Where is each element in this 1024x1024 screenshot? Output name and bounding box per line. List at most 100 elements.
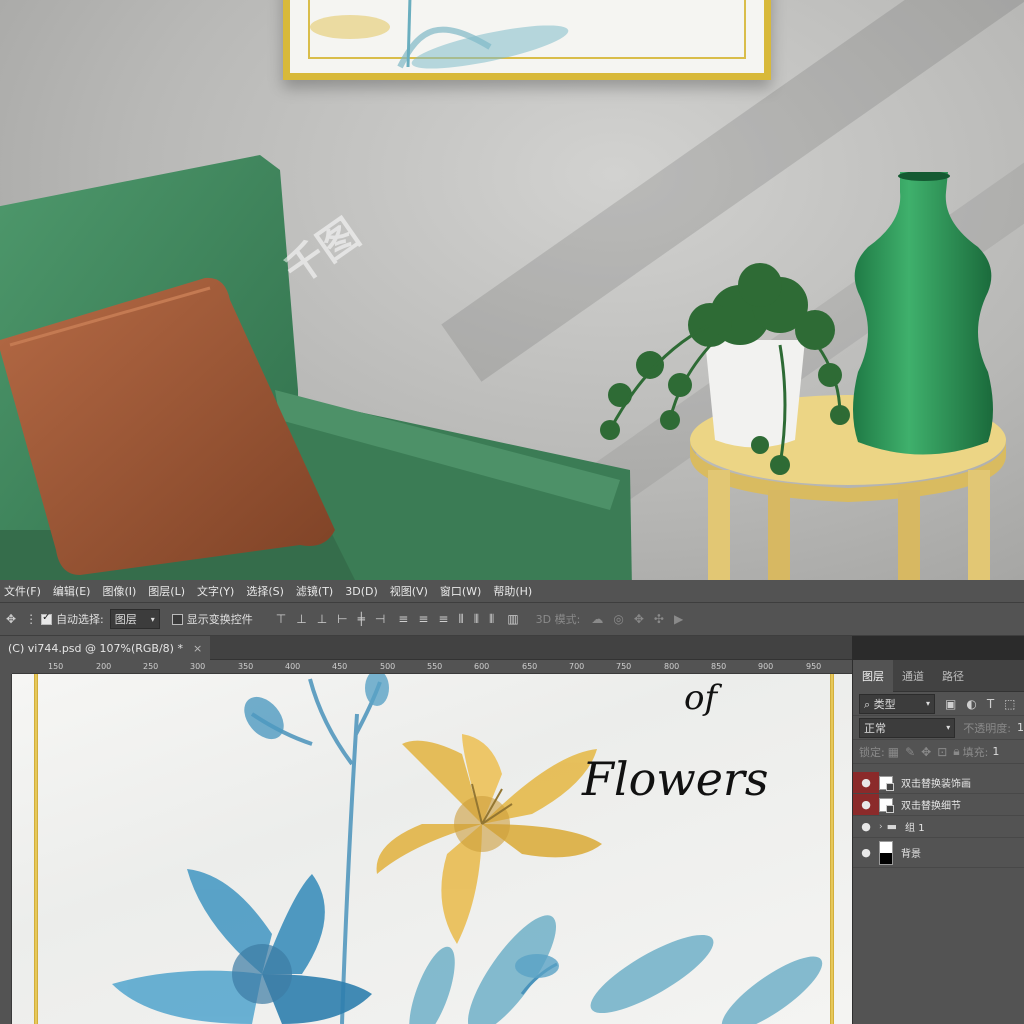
distribute-hcenter-icon[interactable]: ⦀	[474, 612, 479, 627]
3d-pan-icon[interactable]: ✥	[634, 612, 644, 626]
lock-artboard-icon[interactable]: ⊡	[937, 745, 947, 759]
3d-camera-icon[interactable]: ▶	[674, 612, 683, 626]
menu-file[interactable]: 文件(F)	[0, 583, 49, 599]
distribute-vcenter-icon[interactable]: ≡	[418, 612, 428, 626]
menu-3d[interactable]: 3D(D)	[341, 585, 386, 598]
blend-mode-value: 正常	[864, 721, 886, 735]
eye-icon[interactable]: ●	[853, 842, 879, 864]
chevron-right-icon[interactable]: ›	[879, 822, 883, 832]
distribute-left-icon[interactable]: ⦀	[458, 612, 463, 627]
chevron-down-icon: ▾	[925, 699, 930, 708]
filter-type-icon[interactable]: T	[987, 697, 994, 711]
align-top-icon[interactable]: ⊤	[276, 612, 286, 626]
menu-bar: 文件(F) 编辑(E) 图像(I) 图层(L) 文字(Y) 选择(S) 滤镜(T…	[0, 580, 1024, 602]
eye-icon[interactable]: ●	[853, 816, 879, 837]
auto-select-checkbox[interactable]	[41, 612, 53, 625]
align-hcenter-icon[interactable]: ╪	[358, 612, 365, 626]
canvas-text-of[interactable]: of	[684, 678, 717, 718]
layer-filter-row: ⌕ 类型 ▾ ▣ ◐ T ⬚	[853, 692, 1024, 716]
document-tab[interactable]: (C) vi744.psd @ 107%(RGB/8) * ×	[0, 636, 211, 660]
3d-slide-icon[interactable]: ✣	[654, 612, 664, 626]
distribute-right-icon[interactable]: ⦀	[489, 612, 494, 627]
menu-select[interactable]: 选择(S)	[242, 583, 292, 599]
lock-pixels-icon[interactable]: ▦	[888, 745, 899, 759]
search-icon: ⌕	[864, 697, 871, 711]
layer-name: 背景	[901, 849, 921, 860]
menu-view[interactable]: 视图(V)	[386, 583, 436, 599]
menu-help[interactable]: 帮助(H)	[489, 583, 540, 599]
ruler-tick: 500	[380, 662, 396, 671]
document-canvas[interactable]: of Flowers	[12, 674, 852, 1024]
menu-edit[interactable]: 编辑(E)	[49, 583, 99, 599]
lock-position-icon[interactable]: ✥	[921, 745, 931, 759]
folder-icon: ▬	[886, 820, 898, 833]
ruler-tick: 450	[332, 662, 348, 671]
auto-align-icon[interactable]: ▥	[507, 612, 518, 626]
blend-mode-dropdown[interactable]: 正常 ▾	[859, 717, 956, 738]
horizontal-ruler[interactable]: 150 200 250 300 350 400 450 500 550 600 …	[12, 660, 852, 674]
menu-layer[interactable]: 图层(L)	[144, 583, 193, 599]
ruler-tick: 400	[285, 662, 301, 671]
document-tab-title: (C) vi744.psd @ 107%(RGB/8) *	[8, 641, 183, 655]
ruler-tick: 550	[427, 662, 443, 671]
ruler-tick: 950	[806, 662, 822, 671]
3d-orbit-icon[interactable]: ☁	[591, 612, 603, 626]
layer-filter-value: 类型	[873, 697, 896, 711]
opacity-value[interactable]: 1	[1017, 721, 1024, 734]
menu-filter[interactable]: 滤镜(T)	[292, 583, 341, 599]
layer-thumbnail	[879, 775, 894, 791]
layer-filter-dropdown[interactable]: ⌕ 类型 ▾	[859, 693, 935, 714]
align-bottom-icon[interactable]: ⊥	[317, 612, 327, 626]
show-transform-checkbox[interactable]	[171, 613, 183, 625]
chevron-down-icon: ▾	[946, 723, 951, 732]
layer-row[interactable]: ● 双击替换装饰画	[853, 772, 1024, 794]
menu-type[interactable]: 文字(Y)	[193, 583, 242, 599]
tab-layers[interactable]: 图层	[853, 659, 893, 692]
ruler-tick: 750	[616, 662, 632, 671]
eye-icon[interactable]: ●	[853, 794, 879, 815]
ruler-tick: 300	[190, 662, 206, 671]
distribute-top-icon[interactable]: ≡	[398, 612, 408, 626]
close-icon[interactable]: ×	[193, 642, 202, 655]
3d-roll-icon[interactable]: ◎	[613, 612, 623, 626]
lock-paint-icon[interactable]: ✎	[905, 745, 915, 759]
watercolor-lily-artwork	[112, 674, 823, 1024]
distribute-bottom-icon[interactable]: ≡	[438, 612, 448, 626]
layer-row-background[interactable]: ● 背景	[853, 838, 1024, 868]
fill-value[interactable]: 1	[992, 745, 999, 758]
ruler-tick: 250	[143, 662, 159, 671]
align-left-icon[interactable]: ⊢	[337, 612, 347, 626]
framed-artwork	[283, 0, 771, 80]
layer-row[interactable]: ● 双击替换细节	[853, 794, 1024, 816]
ruler-tick: 900	[758, 662, 774, 671]
tab-channels[interactable]: 通道	[893, 660, 933, 692]
blend-opacity-row: 正常 ▾ 不透明度: 1	[853, 716, 1024, 740]
separator: ⋮	[25, 612, 38, 626]
eye-icon[interactable]: ●	[853, 772, 879, 793]
filter-shape-icon[interactable]: ⬚	[1004, 697, 1015, 711]
align-right-icon[interactable]: ⊣	[375, 612, 385, 626]
menu-image[interactable]: 图像(I)	[98, 583, 144, 599]
layer-name: 双击替换细节	[901, 801, 961, 812]
tab-paths[interactable]: 路径	[933, 660, 973, 692]
ruler-tick: 150	[48, 662, 64, 671]
vertical-ruler[interactable]	[0, 674, 12, 1024]
lock-all-icon[interactable]: 🔒︎	[953, 744, 959, 759]
align-vcenter-icon[interactable]: ⊥	[296, 612, 306, 626]
menu-window[interactable]: 窗口(W)	[436, 583, 489, 599]
layer-name: 双击替换装饰画	[901, 779, 971, 790]
show-transform-label: 显示变换控件	[186, 613, 253, 626]
filter-adjustment-icon[interactable]: ◐	[966, 697, 976, 711]
ruler-origin[interactable]	[0, 660, 12, 674]
move-tool-icon[interactable]: ✥	[6, 612, 16, 626]
options-bar: ✥ ⋮ 自动选择: 图层 ▾ 显示变换控件 ⊤ ⊥ ⊥ ⊢ ╪ ⊣ ≡ ≡ ≡ …	[0, 602, 1024, 636]
ruler-tick: 700	[569, 662, 585, 671]
filter-pixel-icon[interactable]: ▣	[945, 697, 956, 711]
canvas-text-flowers[interactable]: Flowers	[582, 752, 769, 806]
layer-row-group[interactable]: ● › ▬ 组 1	[853, 816, 1024, 838]
panel-tab-bar: 图层 通道 路径	[853, 659, 1024, 692]
layer-thumbnail	[879, 797, 894, 813]
auto-select-target-dropdown[interactable]: 图层 ▾	[109, 609, 160, 629]
layer-thumbnail	[879, 840, 893, 865]
chevron-down-icon: ▾	[150, 614, 155, 624]
